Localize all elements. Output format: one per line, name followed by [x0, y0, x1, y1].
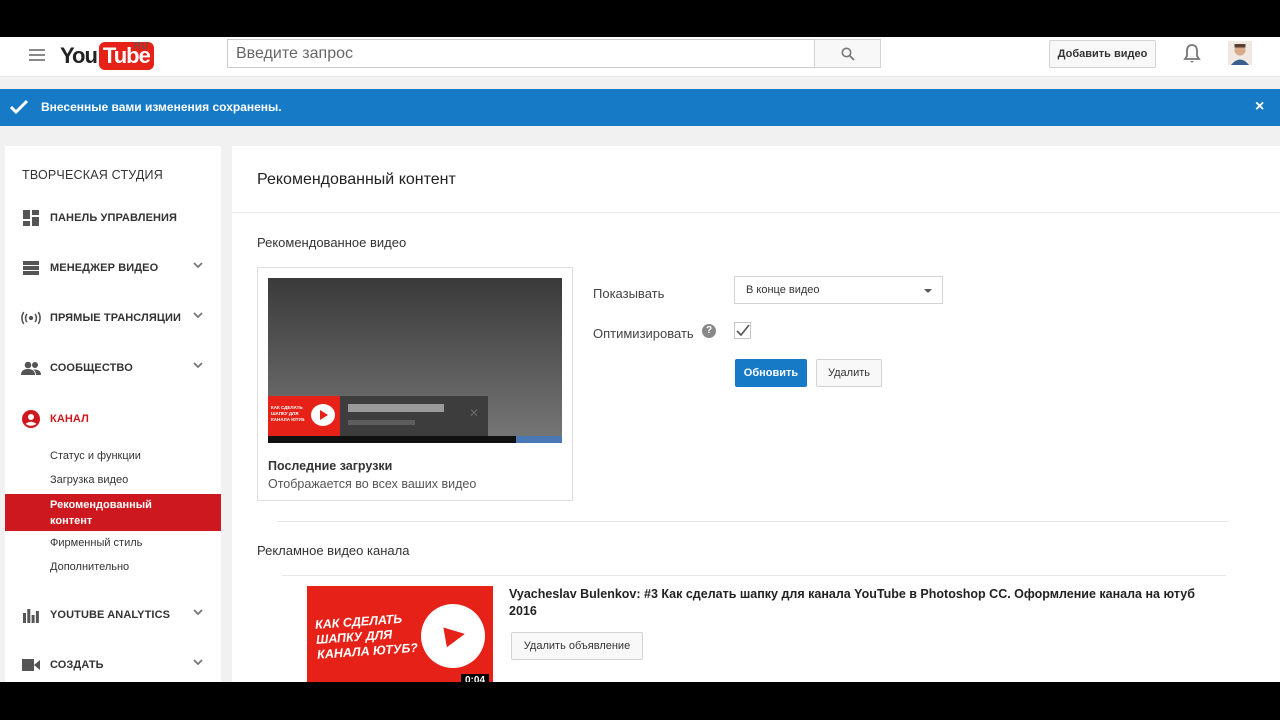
sidebar-subitem-featured-content[interactable]: Рекомендованный контент	[5, 494, 221, 531]
notification-message: Внесенные вами изменения сохранены.	[41, 100, 282, 114]
optimize-checkbox[interactable]	[734, 322, 751, 339]
sidebar-item-label: ПРЯМЫЕ ТРАНСЛЯЦИИ	[50, 312, 182, 324]
preview-progress-end	[516, 436, 562, 443]
bell-icon[interactable]	[1183, 44, 1201, 64]
sidebar-item-analytics[interactable]: YOUTUBE ANALYTICS	[5, 600, 221, 630]
search-icon	[841, 47, 855, 61]
sidebar-item-label: ПАНЕЛЬ УПРАВЛЕНИЯ	[50, 212, 178, 224]
remove-trailer-button[interactable]: Удалить объявление	[511, 632, 643, 660]
sidebar-item-live[interactable]: ПРЯМЫЕ ТРАНСЛЯЦИИ	[5, 303, 221, 333]
trailer-video-title[interactable]: Vyacheslav Bulenkov: #3 Как сделать шапк…	[509, 586, 1199, 620]
sidebar-subitem-status[interactable]: Статус и функции	[50, 450, 141, 462]
live-icon	[21, 308, 41, 328]
sidebar-subitem-upload-defaults[interactable]: Загрузка видео	[50, 474, 128, 486]
chevron-down-icon	[193, 362, 203, 369]
card-title: Последние загрузки	[268, 459, 393, 473]
search-button[interactable]	[814, 39, 881, 68]
sidebar-item-label: МЕНЕДЖЕР ВИДЕО	[50, 262, 159, 274]
chevron-down-icon	[193, 659, 203, 666]
sidebar-subitem-branding[interactable]: Фирменный стиль	[50, 537, 142, 549]
featured-video-heading: Рекомендованное видео	[257, 235, 407, 250]
saved-notification: Внесенные вами изменения сохранены. ×	[0, 89, 1280, 126]
featured-video-card[interactable]: КАК СДЕЛАТЬ ШАПКУ ДЛЯ КАНАЛА ЮТУБ ✕ Посл…	[257, 267, 573, 501]
top-bar: You Tube RU Добавить видео	[0, 37, 1280, 77]
sidebar-item-label: YOUTUBE ANALYTICS	[50, 609, 171, 621]
show-select-value: В конце видео	[746, 284, 820, 296]
sidebar-item-label: СООБЩЕСТВО	[50, 362, 133, 374]
video-manager-icon	[21, 258, 41, 278]
divider	[277, 521, 1229, 522]
channel-icon	[21, 409, 41, 429]
logo-region: RU	[134, 41, 149, 52]
play-icon	[311, 404, 335, 426]
dashboard-icon	[21, 208, 41, 228]
close-icon: ✕	[469, 406, 480, 420]
avatar[interactable]	[1228, 41, 1252, 65]
page-title: Рекомендованный контент	[257, 171, 456, 188]
show-label: Показывать	[593, 286, 665, 301]
create-icon	[21, 655, 41, 675]
show-select[interactable]: В конце видео	[734, 276, 943, 304]
search-input[interactable]	[227, 39, 815, 68]
sidebar-item-label: КАНАЛ	[50, 413, 89, 425]
optimize-label: Оптимизировать	[593, 326, 694, 341]
help-icon[interactable]: ?	[702, 324, 716, 338]
preview-overlay	[340, 396, 488, 436]
preview-placeholder-line	[348, 420, 415, 425]
divider	[282, 575, 1226, 576]
chevron-down-icon	[193, 262, 203, 269]
play-icon	[415, 598, 491, 674]
channel-trailer-heading: Рекламное видео канала	[257, 543, 410, 558]
chevron-down-icon	[193, 312, 203, 319]
trailer-thumb-text: КАК СДЕЛАТЬ ШАПКУ ДЛЯ КАНАЛА ЮТУБ?	[314, 611, 419, 662]
logo-you: You	[60, 43, 98, 68]
sidebar-item-community[interactable]: СООБЩЕСТВО	[5, 353, 221, 383]
preview-thumb-text: КАК СДЕЛАТЬ ШАПКУ ДЛЯ КАНАЛА ЮТУБ	[271, 405, 305, 422]
divider	[232, 212, 1280, 213]
sidebar-item-create[interactable]: СОЗДАТЬ	[5, 650, 221, 680]
app-frame: You Tube RU Добавить видео Внесенные вам…	[0, 37, 1280, 682]
preview-placeholder-line	[348, 404, 444, 412]
upload-video-button[interactable]: Добавить видео	[1049, 40, 1156, 68]
checkmark-icon	[10, 99, 28, 115]
analytics-icon	[21, 605, 41, 625]
caret-down-icon	[924, 289, 932, 293]
main-panel: Рекомендованный контент Рекомендованное …	[232, 146, 1280, 682]
sidebar-subitem-label: Рекомендованный контент	[50, 499, 152, 527]
community-icon	[21, 358, 41, 378]
close-icon[interactable]: ×	[1255, 98, 1264, 116]
checkmark-icon	[736, 324, 750, 337]
sidebar-item-video-manager[interactable]: МЕНЕДЖЕР ВИДЕО	[5, 253, 221, 283]
trailer-thumbnail[interactable]: КАК СДЕЛАТЬ ШАПКУ ДЛЯ КАНАЛА ЮТУБ? 0:04	[307, 586, 493, 682]
featured-video-preview: КАК СДЕЛАТЬ ШАПКУ ДЛЯ КАНАЛА ЮТУБ ✕	[268, 278, 562, 443]
update-button[interactable]: Обновить	[735, 359, 807, 387]
sidebar-subitem-advanced[interactable]: Дополнительно	[50, 561, 129, 573]
sidebar: ТВОРЧЕСКАЯ СТУДИЯ ПАНЕЛЬ УПРАВЛЕНИЯ МЕНЕ…	[5, 146, 221, 682]
duration-badge: 0:04	[461, 674, 490, 682]
sidebar-item-channel[interactable]: КАНАЛ	[5, 404, 221, 434]
card-subtitle: Отображается во всех ваших видео	[268, 477, 477, 491]
youtube-logo[interactable]: You Tube RU	[60, 41, 154, 71]
delete-button[interactable]: Удалить	[816, 359, 882, 387]
sidebar-title: ТВОРЧЕСКАЯ СТУДИЯ	[22, 168, 163, 182]
chevron-down-icon	[193, 609, 203, 616]
sidebar-item-label: СОЗДАТЬ	[50, 659, 104, 671]
menu-icon[interactable]	[29, 49, 45, 63]
sidebar-item-dashboard[interactable]: ПАНЕЛЬ УПРАВЛЕНИЯ	[5, 203, 221, 233]
